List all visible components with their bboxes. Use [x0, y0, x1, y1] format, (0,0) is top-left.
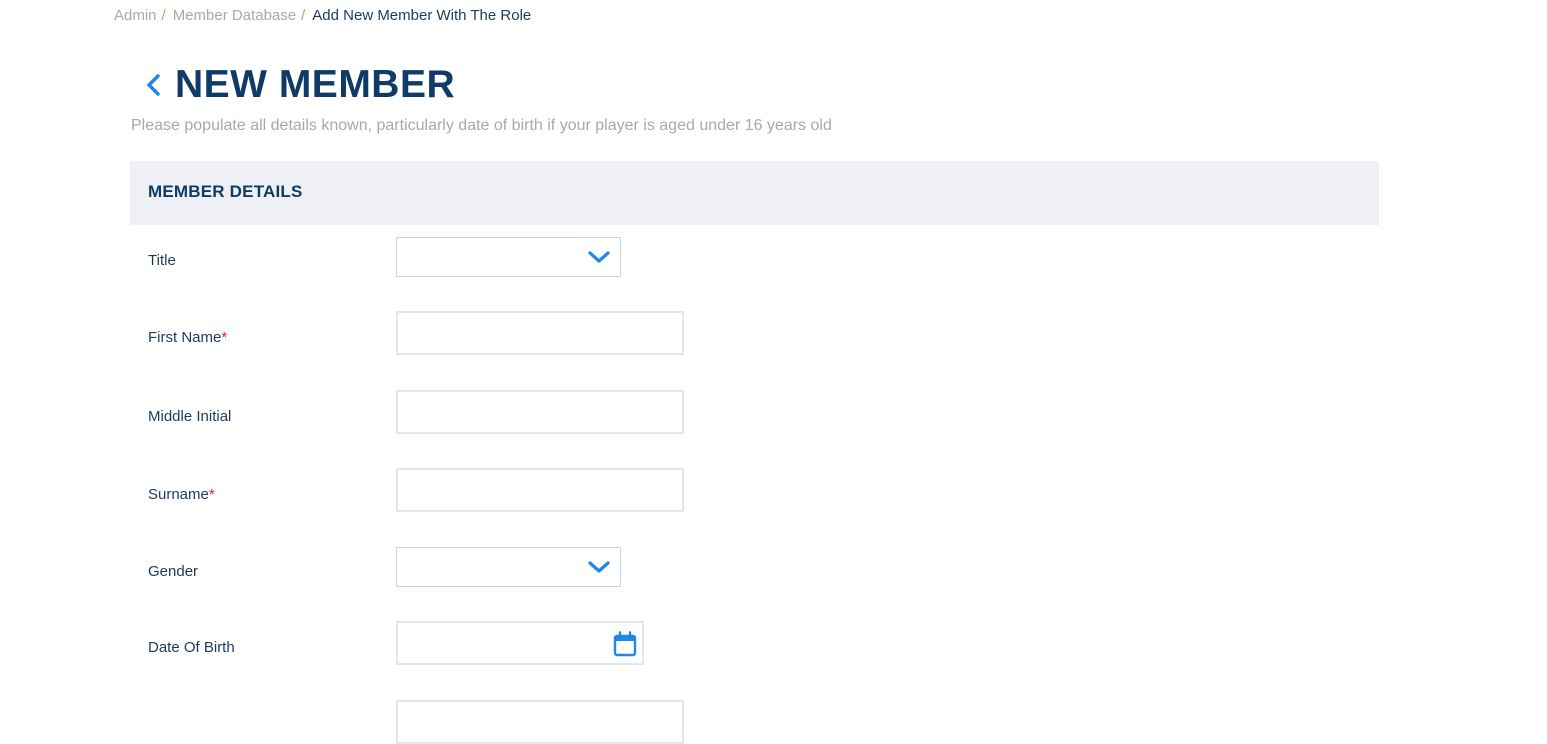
middle-initial-label: Middle Initial [148, 408, 231, 425]
page-title: NEW MEMBER [175, 63, 456, 106]
page-header: NEW MEMBER [143, 62, 455, 108]
breadcrumb: Admin / Member Database / Add New Member Wit… [114, 7, 531, 24]
surname-label: Surname* [148, 486, 215, 503]
page-subtitle: Please populate all details known, parti… [131, 117, 832, 134]
back-chevron-icon[interactable] [143, 70, 165, 100]
breadcrumb-admin[interactable]: Admin [114, 7, 157, 24]
member-details-section-header: MEMBER DETAILS [130, 161, 1379, 225]
title-label: Title [148, 252, 176, 269]
surname-input[interactable] [396, 468, 684, 512]
title-select[interactable] [396, 237, 621, 277]
chevron-down-icon [588, 251, 610, 263]
gender-select[interactable] [396, 547, 621, 587]
calendar-icon[interactable] [613, 631, 637, 657]
date-of-birth-input[interactable] [396, 621, 644, 665]
date-of-birth-label-text: Date Of Birth [148, 639, 235, 656]
next-field-input[interactable] [396, 700, 684, 744]
chevron-down-icon [588, 561, 610, 573]
required-marker: * [208, 486, 215, 503]
first-name-label-text: First Name [148, 329, 222, 346]
middle-initial-input[interactable] [396, 390, 684, 434]
section-title: MEMBER DETAILS [148, 182, 303, 201]
gender-label-text: Gender [148, 563, 199, 580]
required-marker: * [221, 329, 228, 346]
title-label-text: Title [148, 252, 176, 269]
breadcrumb-separator: / [161, 7, 166, 24]
first-name-input[interactable] [396, 311, 684, 355]
gender-label: Gender [148, 563, 198, 580]
date-of-birth-label: Date Of Birth [148, 639, 235, 656]
first-name-label: First Name* [148, 329, 227, 346]
breadcrumb-member-database[interactable]: Member Database [173, 7, 296, 24]
breadcrumb-separator: / [301, 7, 306, 24]
breadcrumb-current: Add New Member With The Role [312, 7, 532, 24]
surname-label-text: Surname [148, 486, 209, 503]
middle-initial-label-text: Middle Initial [148, 408, 232, 425]
